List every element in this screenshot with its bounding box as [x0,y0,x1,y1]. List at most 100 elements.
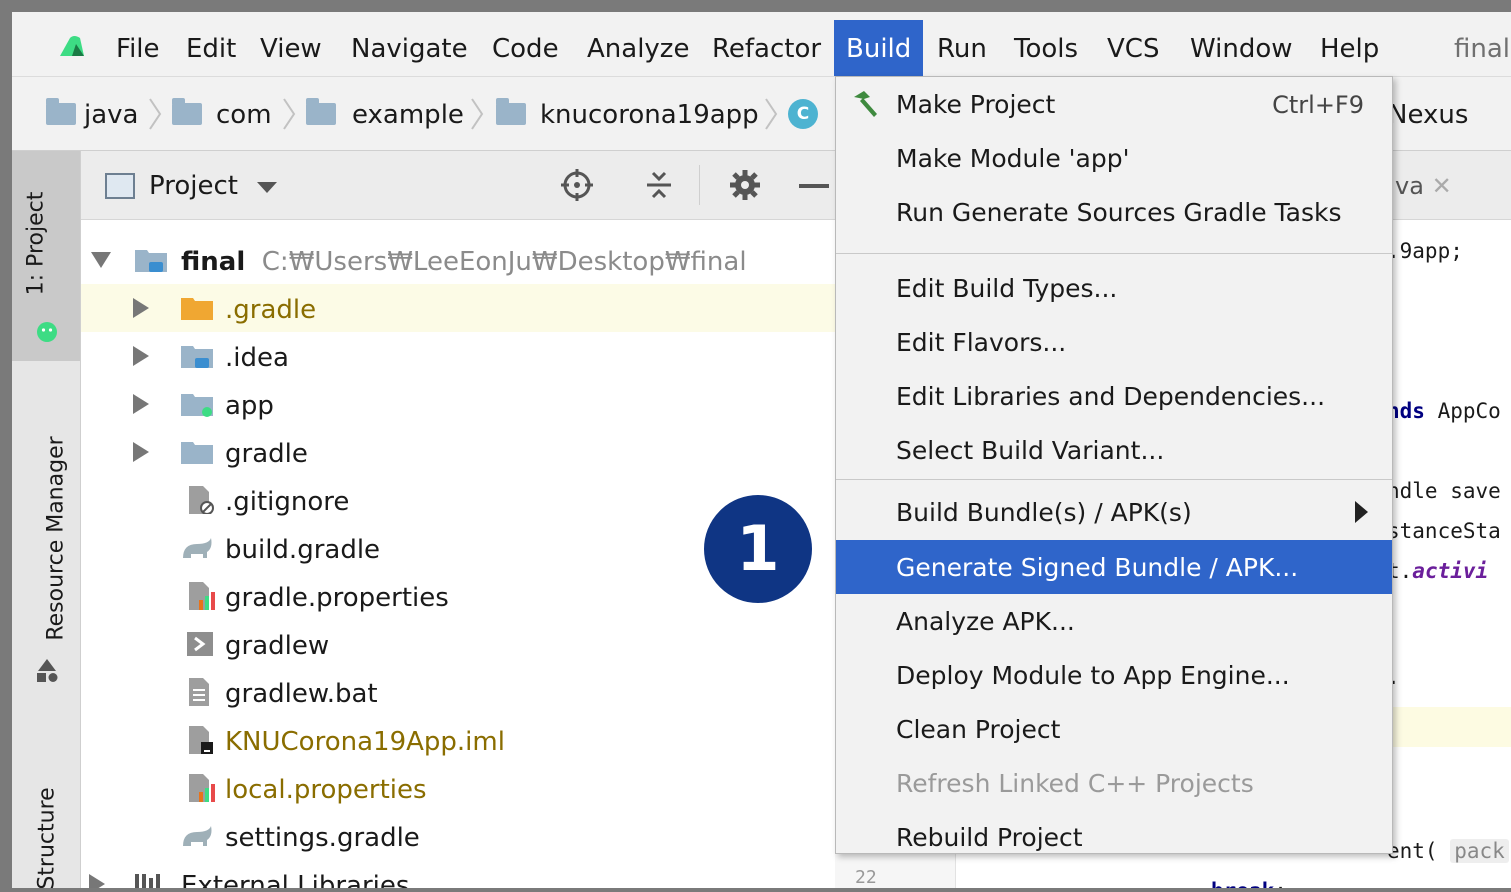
menu-item-label: Make Project [896,90,1056,119]
line-number: 22 [855,867,877,888]
tree-label: .idea [225,343,289,373]
folder-app-icon [181,394,213,417]
tree-row-app[interactable]: app [81,380,835,428]
editor-tab[interactable]: va ✕ [1395,151,1452,221]
menu-item-rebuild-project[interactable]: Rebuild Project [836,810,1392,864]
structure-tab[interactable]: Structure [35,787,60,888]
menu-refactor[interactable]: Refactor [700,20,833,76]
gear-icon[interactable] [727,167,763,203]
step-callout-badge: 1 [701,492,815,606]
menu-item-analyze-apk[interactable]: Analyze APK... [836,594,1392,648]
minimize-icon[interactable] [799,184,829,188]
tree-label: External Libraries [181,871,410,888]
menu-item-label: Edit Flavors... [896,328,1067,357]
menu-item-build-bundle-apk[interactable]: Build Bundle(s) / APK(s) [836,485,1392,539]
tree-row-gradlew-bat[interactable]: gradlew.bat [81,668,835,716]
project-view-selector[interactable]: Project [149,151,238,221]
menu-window[interactable]: Window [1178,20,1305,76]
script-file-icon [187,632,213,656]
project-title: final [1454,34,1511,64]
tree-row-local-properties[interactable]: local.properties [81,764,835,812]
collapsed-arrow-icon[interactable] [89,874,105,888]
tree-row-gradle-dir[interactable]: .gradle [81,284,835,332]
tree-label: app [225,391,274,421]
menu-item-generate-signed-bundle[interactable]: Generate Signed Bundle / APK... [836,540,1392,594]
project-panel-header: Project [81,151,835,220]
menu-item-edit-libraries[interactable]: Edit Libraries and Dependencies... [836,369,1392,423]
menu-item-select-build-variant[interactable]: Select Build Variant... [836,423,1392,477]
breadcrumb-item-java[interactable]: java [84,77,138,150]
class-icon[interactable]: C [788,99,818,129]
expanded-arrow-icon[interactable] [91,252,111,268]
ignore-file-icon [189,486,214,514]
tree-row-final[interactable]: final C:₩Users₩LeeEonJu₩Desktop₩final [81,236,835,284]
folder-icon [46,98,76,125]
menu-file[interactable]: File [104,20,172,76]
tree-row-gradle[interactable]: gradle [81,428,835,476]
code-line: break; [1211,879,1287,888]
folder-icon [172,98,202,125]
menu-item-deploy-module[interactable]: Deploy Module to App Engine... [836,648,1392,702]
menu-item-make-project[interactable]: Make Project Ctrl+F9 [836,77,1392,131]
menu-code[interactable]: Code [480,20,571,76]
properties-file-icon [189,774,215,802]
menu-item-edit-build-types[interactable]: Edit Build Types... [836,261,1392,315]
gradle-elephant-icon [183,538,212,558]
menu-item-label: Make Module 'app' [896,144,1130,173]
menu-edit[interactable]: Edit [174,20,248,76]
collapsed-arrow-icon[interactable] [133,442,149,462]
collapse-all-icon[interactable] [641,167,677,203]
chevron-down-icon[interactable] [257,182,277,193]
breadcrumb-item-com[interactable]: com [216,77,272,150]
tree-row-settings-gradle[interactable]: settings.gradle [81,812,835,860]
collapsed-arrow-icon[interactable] [133,346,149,366]
menu-item-label: Analyze APK... [896,607,1075,636]
resource-manager-tab[interactable]: Resource Manager [44,436,69,640]
code-line: .9app; [1387,239,1463,263]
hammer-icon [854,91,877,117]
folder-icon [496,98,526,125]
device-selector[interactable]: Nexus 5X [1388,77,1511,206]
menu-view[interactable]: View [248,20,334,76]
collapsed-arrow-icon[interactable] [133,394,149,414]
breadcrumb-item-example[interactable]: example [352,77,464,150]
locate-icon[interactable] [559,167,595,203]
tree-row-iml[interactable]: KNUCorona19App.iml [81,716,835,764]
menu-item-label: Edit Build Types... [896,274,1118,303]
menu-run[interactable]: Run [925,20,999,76]
menu-item-edit-flavors[interactable]: Edit Flavors... [836,315,1392,369]
menu-item-run-generate-sources[interactable]: Run Generate Sources Gradle Tasks [836,185,1392,239]
folder-idea-icon [181,346,213,368]
code-line: ent( pack [1387,839,1509,863]
menu-item-label: Run Generate Sources Gradle Tasks [896,198,1342,227]
properties-file-icon [189,582,215,610]
tree-path: C:₩Users₩LeeEonJu₩Desktop₩final [261,247,747,277]
menu-vcs[interactable]: VCS [1095,20,1171,76]
current-line-highlight [1387,707,1511,747]
tree-label: gradlew [225,631,330,661]
folder-orange-icon [181,298,213,320]
tree-row-idea[interactable]: .idea [81,332,835,380]
menu-tools[interactable]: Tools [1002,20,1090,76]
header-divider [699,165,700,205]
menu-help[interactable]: Help [1308,20,1391,76]
project-tab-label: 1: Project [23,191,49,296]
tree-label: gradle.properties [225,583,449,613]
tree-label: build.gradle [225,535,381,565]
menu-item-make-module[interactable]: Make Module 'app' [836,131,1392,185]
close-icon[interactable]: ✕ [1432,172,1452,200]
project-tool-tab[interactable]: 1: Project [12,151,80,361]
breadcrumb-item-knucorona19app[interactable]: knucorona19app [540,77,759,150]
code-line: stanceSta [1387,519,1501,543]
menu-analyze[interactable]: Analyze [575,20,701,76]
menu-item-clean-project[interactable]: Clean Project [836,702,1392,756]
module-folder-icon [135,250,167,272]
menu-navigate[interactable]: Navigate [339,20,480,76]
menu-item-label: Deploy Module to App Engine... [896,661,1290,690]
code-line: nds AppCo [1387,399,1501,423]
tree-row-external-libraries[interactable]: External Libraries [81,860,835,888]
collapsed-arrow-icon[interactable] [133,298,149,318]
folder-icon [181,442,213,464]
tree-row-gradlew[interactable]: gradlew [81,620,835,668]
menu-build[interactable]: Build [834,20,924,76]
